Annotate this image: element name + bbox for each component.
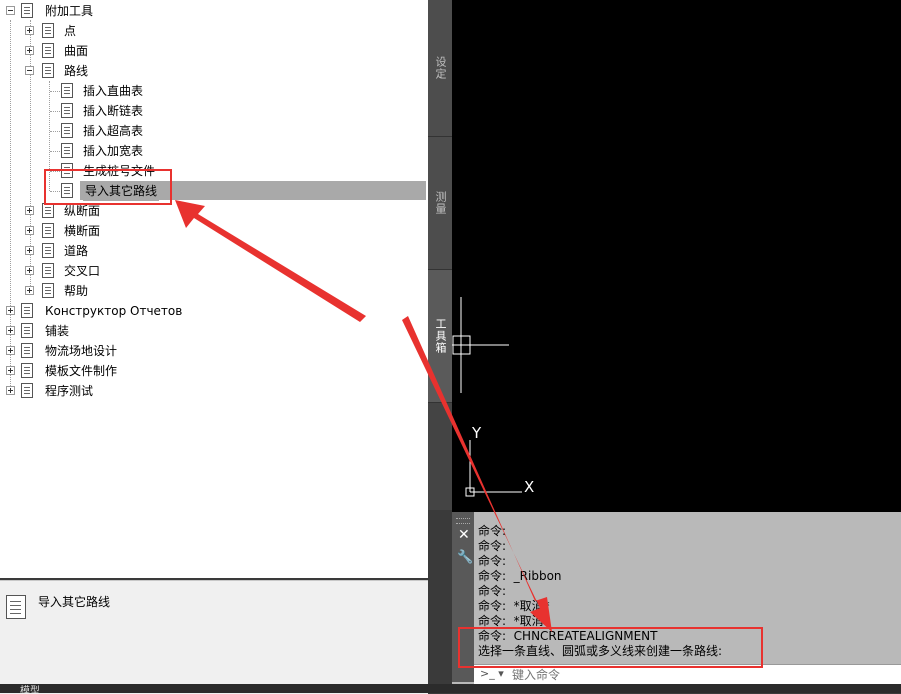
tree-item[interactable]: 道路 — [0, 241, 428, 261]
tree-item[interactable]: 插入直曲表 — [0, 81, 428, 101]
document-icon — [42, 63, 54, 78]
tree-item-label: 模板文件制作 — [45, 364, 118, 378]
tree-item-label: 帮助 — [64, 284, 89, 298]
document-icon — [42, 223, 54, 238]
status-bar: 模型 — [0, 684, 901, 693]
tree-item-label: 插入加宽表 — [83, 144, 144, 158]
tree-item-label: 程序测试 — [45, 384, 94, 398]
expand-icon[interactable] — [25, 46, 34, 55]
expand-icon[interactable] — [6, 386, 15, 395]
expand-icon[interactable] — [25, 226, 34, 235]
tree-item[interactable]: 铺装 — [0, 321, 428, 341]
expand-icon[interactable] — [25, 26, 34, 35]
expand-icon[interactable] — [25, 286, 34, 295]
expand-icon[interactable] — [25, 266, 34, 275]
document-icon — [42, 243, 54, 258]
document-icon — [61, 83, 73, 98]
tree-item-label: 道路 — [64, 244, 89, 258]
tree-item[interactable]: Конструктор Отчетов — [0, 301, 428, 321]
tab-survey[interactable]: 测量 — [428, 137, 452, 270]
expand-icon[interactable] — [6, 306, 15, 315]
tree-item-label: 路线 — [64, 64, 89, 78]
command-prompt-icon[interactable]: >_ ▾ — [480, 667, 504, 680]
description-panel: 导入其它路线 — [0, 580, 428, 694]
tree-item-label: 物流场地设计 — [45, 344, 118, 358]
document-icon — [21, 383, 33, 398]
command-history-line: 命令: *取消* — [478, 599, 550, 613]
wrench-icon[interactable]: 🔧 — [457, 550, 473, 565]
x-axis-label: X — [524, 478, 534, 496]
document-icon — [42, 263, 54, 278]
close-icon[interactable]: ✕ — [458, 528, 470, 542]
tree-item[interactable]: 曲面 — [0, 41, 428, 61]
document-icon — [42, 43, 54, 58]
tree-item-label: 插入断链表 — [83, 104, 144, 118]
document-icon — [21, 363, 33, 378]
crosshair-cursor — [452, 297, 509, 393]
tree-item-label: 插入直曲表 — [83, 84, 144, 98]
document-icon — [42, 203, 54, 218]
highlight-box-command — [458, 627, 763, 668]
command-input[interactable] — [510, 666, 894, 684]
command-history-line: 命令: — [478, 554, 507, 568]
document-icon — [42, 283, 54, 298]
tool-tree-panel: 附加工具点曲面 路线 插入直曲表 插入断链表 插入超高表 插入加宽表 生成桩号文件 导入其它路… — [0, 0, 428, 578]
tree-item-label: 铺装 — [45, 324, 70, 338]
tree-item-label: 交叉口 — [64, 264, 101, 278]
document-icon — [21, 343, 33, 358]
tab-settings[interactable]: 设定 — [428, 0, 452, 137]
y-axis-label: Y — [471, 424, 482, 442]
command-history-line: 命令: — [478, 539, 507, 553]
tab-toolbox[interactable]: 工具箱 — [428, 270, 452, 403]
expand-icon[interactable] — [6, 326, 15, 335]
collapse-icon[interactable] — [25, 66, 34, 75]
drawing-viewport[interactable]: Y X — [452, 0, 901, 512]
command-history-line: 命令: _Ribbon — [478, 569, 562, 583]
tree-item[interactable]: 点 — [0, 21, 428, 41]
document-icon — [21, 323, 33, 338]
tree-item[interactable]: 帮助 — [0, 281, 428, 301]
document-icon — [21, 303, 33, 318]
tree-item-label: 附加工具 — [45, 4, 94, 18]
tree-item[interactable]: 物流场地设计 — [0, 341, 428, 361]
tree-item-label: Конструктор Отчетов — [45, 304, 183, 318]
palette-side-tabs: 设定 测量 工具箱 — [428, 0, 452, 510]
tree-item[interactable]: 横断面 — [0, 221, 428, 241]
document-icon — [61, 143, 73, 158]
ucs-icon: Y X — [465, 424, 534, 497]
tree-item[interactable]: 插入断链表 — [0, 101, 428, 121]
highlight-box-tree-item — [44, 169, 172, 205]
tab-model[interactable]: 模型 — [20, 684, 40, 693]
document-icon — [42, 23, 54, 38]
tree-item-label: 横断面 — [64, 224, 101, 238]
expand-icon[interactable] — [6, 346, 15, 355]
expand-icon[interactable] — [6, 366, 15, 375]
command-history-line: 命令: — [478, 524, 507, 538]
expand-icon[interactable] — [25, 206, 34, 215]
tree-item-label: 插入超高表 — [83, 124, 144, 138]
document-icon — [21, 3, 33, 18]
document-icon — [61, 123, 73, 138]
command-history-line: 命令: — [478, 584, 507, 598]
tree-item[interactable]: 模板文件制作 — [0, 361, 428, 381]
grip-handle[interactable] — [456, 518, 470, 524]
tree-item[interactable]: 路线 — [0, 61, 428, 81]
tree-item[interactable]: 插入加宽表 — [0, 141, 428, 161]
tree-item[interactable]: 插入超高表 — [0, 121, 428, 141]
tree-item[interactable]: 程序测试 — [0, 381, 428, 401]
collapse-icon[interactable] — [6, 6, 15, 15]
tree-item-label: 点 — [64, 24, 77, 38]
tree-item-label: 曲面 — [64, 44, 89, 58]
tree-item[interactable]: 交叉口 — [0, 261, 428, 281]
description-text: 导入其它路线 — [38, 595, 111, 609]
document-icon — [6, 595, 26, 619]
viewport-graphics: Y X — [452, 297, 534, 497]
tree-item[interactable]: 附加工具 — [0, 1, 428, 21]
document-icon — [61, 103, 73, 118]
expand-icon[interactable] — [25, 246, 34, 255]
